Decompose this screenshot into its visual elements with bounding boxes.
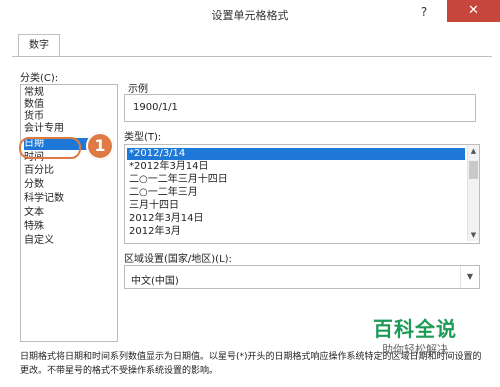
category-item-percentage[interactable]: 百分比 [24,165,54,177]
watermark-subtitle: 助你轻松解决 [382,343,448,356]
highlight-outline [19,137,81,159]
type-label: 类型(T): [124,132,162,143]
watermark-title: 百科全说 [373,317,457,341]
type-item[interactable]: 2012年3月14日 [127,213,465,225]
category-list[interactable]: 常规 数值 货币 会计专用 日期 时间 百分比 分数 科学记数 文本 特殊 自定… [20,84,118,342]
category-item-number[interactable]: 数值 [24,99,44,111]
category-item-text[interactable]: 文本 [24,207,44,219]
category-item-accounting[interactable]: 会计专用 [24,123,64,135]
scroll-up-icon[interactable]: ▲ [468,145,479,157]
step-marker: 1 [86,132,114,160]
category-item-scientific[interactable]: 科学记数 [24,193,64,205]
category-item-special[interactable]: 特殊 [24,221,44,233]
title-bar: 设置单元格格式 ? ✕ [0,0,500,29]
tab-number[interactable]: 数字 [18,34,60,57]
category-item-fraction[interactable]: 分数 [24,179,44,191]
locale-select[interactable]: 中文(中国) ▼ [124,265,480,289]
type-item[interactable]: *2012年3月14日 [127,161,465,173]
sample-label: 示例 [128,84,148,95]
sample-box: 1900/1/1 [124,94,476,122]
scroll-down-icon[interactable]: ▼ [468,229,479,241]
help-icon[interactable]: ? [414,2,434,22]
locale-value: 中文(中国) [131,276,179,287]
chevron-down-icon[interactable]: ▼ [460,266,479,288]
type-item[interactable]: 2012年3月 [127,226,465,238]
watermark: 百科全说 助你轻松解决 [340,313,490,357]
type-item[interactable]: 二○一二年三月十四日 [127,174,465,186]
category-label: 分类(C): [20,73,59,84]
close-button[interactable]: ✕ [447,0,500,22]
type-item[interactable]: *2012/3/14 [127,148,465,160]
category-item-general[interactable]: 常规 [24,87,44,99]
sample-value: 1900/1/1 [133,102,178,113]
type-item[interactable]: 三月十四日 [127,200,465,212]
type-list[interactable]: *2012/3/14 *2012年3月14日 二○一二年三月十四日 二○一二年三… [124,144,480,244]
scroll-thumb[interactable] [469,161,478,179]
category-item-currency[interactable]: 货币 [24,111,44,123]
category-item-custom[interactable]: 自定义 [24,235,54,247]
locale-label: 区域设置(国家/地区)(L): [124,254,232,265]
type-list-scrollbar[interactable]: ▲ ▼ [467,145,479,241]
type-item[interactable]: 二○一二年三月 [127,187,465,199]
